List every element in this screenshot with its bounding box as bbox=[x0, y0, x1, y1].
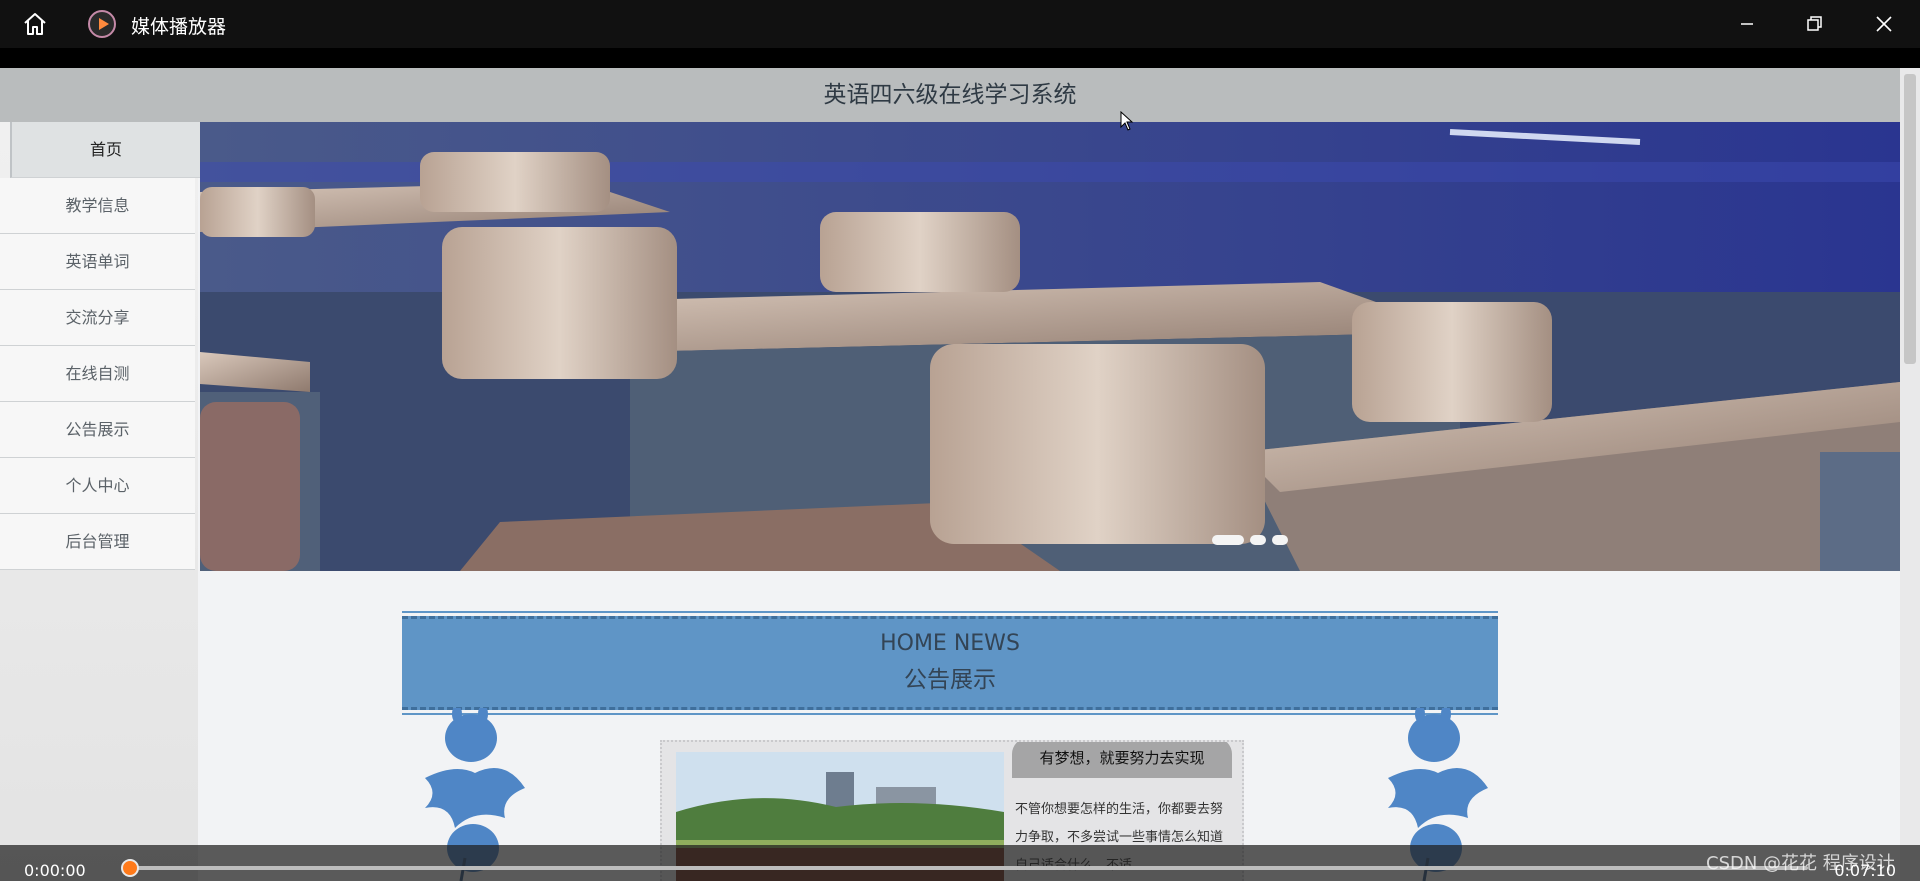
page-scrollbar[interactable] bbox=[1900, 68, 1920, 881]
news-card-title[interactable]: 有梦想，就要努力去实现 bbox=[1012, 742, 1232, 778]
nav-item-english-words[interactable]: 英语单词 bbox=[0, 234, 195, 290]
seek-bar[interactable] bbox=[132, 866, 1808, 870]
sidebar-nav: 首页 教学信息 英语单词 交流分享 在线自测 公告展示 个人中心 后台管理 bbox=[0, 122, 200, 881]
total-time: 0:07:10 bbox=[1834, 861, 1896, 880]
nav-item-share[interactable]: 交流分享 bbox=[0, 290, 195, 346]
nav-item-profile[interactable]: 个人中心 bbox=[0, 458, 195, 514]
classroom-photo bbox=[200, 122, 1900, 571]
news-section-header: HOME NEWS 公告展示 bbox=[402, 611, 1498, 715]
carousel-dot-2[interactable] bbox=[1250, 535, 1266, 545]
current-time: 0:00:00 bbox=[24, 861, 86, 880]
media-player-icon bbox=[88, 10, 116, 38]
website-screen: 英语四六级在线学习系统 首页 教学信息 英语单词 交流分享 在线自测 公告展示 … bbox=[0, 68, 1920, 881]
restore-button[interactable] bbox=[1800, 10, 1828, 38]
carousel-banner[interactable] bbox=[200, 122, 1900, 571]
title-bar: 媒体播放器 bbox=[0, 0, 1920, 48]
close-button[interactable] bbox=[1870, 10, 1898, 38]
nav-item-self-test[interactable]: 在线自测 bbox=[0, 346, 195, 402]
news-heading-cn: 公告展示 bbox=[904, 667, 996, 693]
nav-item-teaching-info[interactable]: 教学信息 bbox=[0, 178, 195, 234]
site-title: 英语四六级在线学习系统 bbox=[0, 68, 1900, 122]
seek-thumb[interactable] bbox=[121, 859, 139, 877]
minimize-button[interactable] bbox=[1733, 10, 1761, 38]
carousel-dot-1[interactable] bbox=[1212, 535, 1244, 545]
window-title: 媒体播放器 bbox=[131, 16, 227, 38]
carousel-dots bbox=[1212, 535, 1288, 545]
scrollbar-thumb[interactable] bbox=[1904, 74, 1916, 364]
home-icon[interactable] bbox=[22, 11, 48, 37]
mouse-cursor-icon bbox=[1120, 111, 1134, 131]
news-heading-en: HOME NEWS bbox=[880, 631, 1020, 656]
video-frame[interactable]: 英语四六级在线学习系统 首页 教学信息 英语单词 交流分享 在线自测 公告展示 … bbox=[0, 48, 1920, 881]
nav-item-home[interactable]: 首页 bbox=[10, 122, 200, 178]
nav-item-announcements[interactable]: 公告展示 bbox=[0, 402, 195, 458]
carousel-dot-3[interactable] bbox=[1272, 535, 1288, 545]
playback-controls: 0:00:00 CSDN @花花 程序设计 0:07:10 bbox=[0, 845, 1920, 881]
nav-item-admin[interactable]: 后台管理 bbox=[0, 514, 195, 570]
